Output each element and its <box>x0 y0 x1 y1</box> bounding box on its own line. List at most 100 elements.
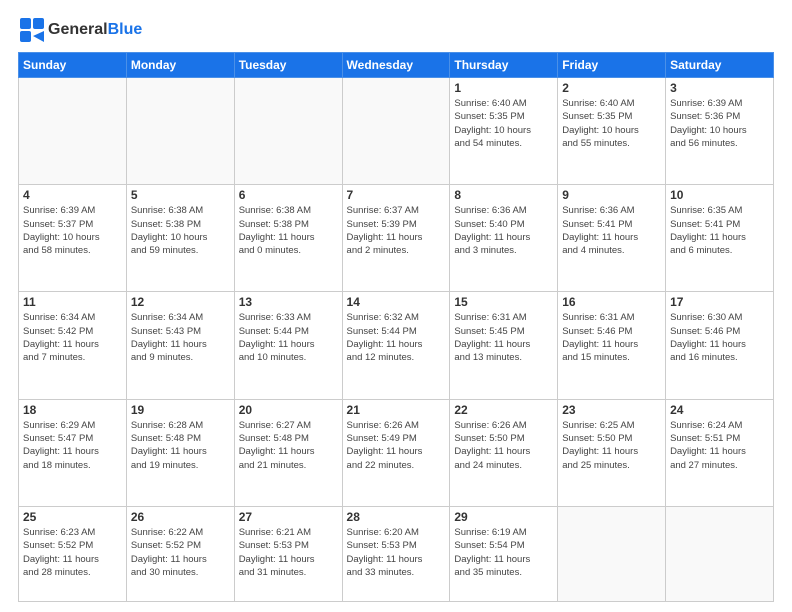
day-info: Sunrise: 6:31 AM Sunset: 5:46 PM Dayligh… <box>562 311 661 364</box>
calendar-cell: 22 Sunrise: 6:26 AM Sunset: 5:50 PM Dayli… <box>450 399 558 506</box>
calendar-cell: 10 Sunrise: 6:35 AM Sunset: 5:41 PM Dayli… <box>666 185 774 292</box>
day-info: Sunrise: 6:35 AM Sunset: 5:41 PM Dayligh… <box>670 204 769 257</box>
weekday-header-sunday: Sunday <box>19 53 127 78</box>
day-number: 6 <box>239 188 338 202</box>
calendar-cell: 4Sunrise: 6:39 AM Sunset: 5:37 PM Daylig… <box>19 185 127 292</box>
day-info: Sunrise: 6:36 AM Sunset: 5:40 PM Dayligh… <box>454 204 553 257</box>
calendar-week-row: 1 Sunrise: 6:40 AM Sunset: 5:35 PM Daylig… <box>19 78 774 185</box>
day-number: 9 <box>562 188 661 202</box>
day-number: 16 <box>562 295 661 309</box>
calendar-cell <box>666 506 774 601</box>
calendar-week-row: 18 Sunrise: 6:29 AM Sunset: 5:47 PM Dayli… <box>19 399 774 506</box>
day-number: 21 <box>347 403 446 417</box>
calendar-cell: 6 Sunrise: 6:38 AM Sunset: 5:38 PM Daylig… <box>234 185 342 292</box>
day-number: 7 <box>347 188 446 202</box>
day-number: 22 <box>454 403 553 417</box>
day-info: Sunrise: 6:21 AM Sunset: 5:53 PM Dayligh… <box>239 526 338 579</box>
day-info: Sunrise: 6:36 AM Sunset: 5:41 PM Dayligh… <box>562 204 661 257</box>
calendar-cell: 12 Sunrise: 6:34 AM Sunset: 5:43 PM Dayli… <box>126 292 234 399</box>
day-info: Sunrise: 6:26 AM Sunset: 5:49 PM Dayligh… <box>347 419 446 472</box>
day-info: Sunrise: 6:31 AM Sunset: 5:45 PM Dayligh… <box>454 311 553 364</box>
day-number: 18 <box>23 403 122 417</box>
day-number: 28 <box>347 510 446 524</box>
day-number: 24 <box>670 403 769 417</box>
calendar-cell <box>342 78 450 185</box>
calendar-cell: 20 Sunrise: 6:27 AM Sunset: 5:48 PM Dayli… <box>234 399 342 506</box>
calendar-cell <box>126 78 234 185</box>
page: GeneralBlue SundayMondayTuesdayWednesday… <box>0 0 792 612</box>
day-info: Sunrise: 6:38 AM Sunset: 5:38 PM Dayligh… <box>239 204 338 257</box>
calendar-cell: 3 Sunrise: 6:39 AM Sunset: 5:36 PM Daylig… <box>666 78 774 185</box>
day-info: Sunrise: 6:22 AM Sunset: 5:52 PM Dayligh… <box>131 526 230 579</box>
day-number: 2 <box>562 81 661 95</box>
day-number: 19 <box>131 403 230 417</box>
day-number: 15 <box>454 295 553 309</box>
calendar-cell: 25 Sunrise: 6:23 AM Sunset: 5:52 PM Dayli… <box>19 506 127 601</box>
calendar-cell: 27Sunrise: 6:21 AM Sunset: 5:53 PM Dayli… <box>234 506 342 601</box>
calendar-cell <box>558 506 666 601</box>
day-number: 4 <box>23 188 122 202</box>
calendar-cell: 28 Sunrise: 6:20 AM Sunset: 5:53 PM Dayli… <box>342 506 450 601</box>
day-info: Sunrise: 6:20 AM Sunset: 5:53 PM Dayligh… <box>347 526 446 579</box>
header: GeneralBlue <box>18 16 774 44</box>
weekday-header-thursday: Thursday <box>450 53 558 78</box>
weekday-header-row: SundayMondayTuesdayWednesdayThursdayFrid… <box>19 53 774 78</box>
weekday-header-monday: Monday <box>126 53 234 78</box>
day-number: 5 <box>131 188 230 202</box>
calendar-table: SundayMondayTuesdayWednesdayThursdayFrid… <box>18 52 774 602</box>
day-number: 11 <box>23 295 122 309</box>
day-number: 10 <box>670 188 769 202</box>
day-info: Sunrise: 6:28 AM Sunset: 5:48 PM Dayligh… <box>131 419 230 472</box>
calendar-cell: 2 Sunrise: 6:40 AM Sunset: 5:35 PM Daylig… <box>558 78 666 185</box>
calendar-cell: 11 Sunrise: 6:34 AM Sunset: 5:42 PM Dayli… <box>19 292 127 399</box>
day-info: Sunrise: 6:40 AM Sunset: 5:35 PM Dayligh… <box>562 97 661 150</box>
day-number: 17 <box>670 295 769 309</box>
day-info: Sunrise: 6:19 AM Sunset: 5:54 PM Dayligh… <box>454 526 553 579</box>
calendar-week-row: 11 Sunrise: 6:34 AM Sunset: 5:42 PM Dayli… <box>19 292 774 399</box>
calendar-cell: 7 Sunrise: 6:37 AM Sunset: 5:39 PM Daylig… <box>342 185 450 292</box>
day-info: Sunrise: 6:29 AM Sunset: 5:47 PM Dayligh… <box>23 419 122 472</box>
calendar-cell <box>234 78 342 185</box>
logo: GeneralBlue <box>18 16 142 44</box>
day-number: 29 <box>454 510 553 524</box>
calendar-cell: 5 Sunrise: 6:38 AM Sunset: 5:38 PM Daylig… <box>126 185 234 292</box>
day-number: 25 <box>23 510 122 524</box>
logo-icon <box>18 16 46 44</box>
weekday-header-friday: Friday <box>558 53 666 78</box>
day-info: Sunrise: 6:34 AM Sunset: 5:42 PM Dayligh… <box>23 311 122 364</box>
day-number: 3 <box>670 81 769 95</box>
day-number: 26 <box>131 510 230 524</box>
calendar-cell: 26 Sunrise: 6:22 AM Sunset: 5:52 PM Dayli… <box>126 506 234 601</box>
day-info: Sunrise: 6:23 AM Sunset: 5:52 PM Dayligh… <box>23 526 122 579</box>
day-number: 1 <box>454 81 553 95</box>
day-number: 14 <box>347 295 446 309</box>
calendar-cell <box>19 78 127 185</box>
calendar-cell: 9 Sunrise: 6:36 AM Sunset: 5:41 PM Daylig… <box>558 185 666 292</box>
day-info: Sunrise: 6:37 AM Sunset: 5:39 PM Dayligh… <box>347 204 446 257</box>
calendar-cell: 1 Sunrise: 6:40 AM Sunset: 5:35 PM Daylig… <box>450 78 558 185</box>
calendar-cell: 8 Sunrise: 6:36 AM Sunset: 5:40 PM Daylig… <box>450 185 558 292</box>
day-info: Sunrise: 6:32 AM Sunset: 5:44 PM Dayligh… <box>347 311 446 364</box>
calendar-cell: 18 Sunrise: 6:29 AM Sunset: 5:47 PM Dayli… <box>19 399 127 506</box>
calendar-cell: 17Sunrise: 6:30 AM Sunset: 5:46 PM Dayli… <box>666 292 774 399</box>
day-number: 8 <box>454 188 553 202</box>
calendar-cell: 14 Sunrise: 6:32 AM Sunset: 5:44 PM Dayli… <box>342 292 450 399</box>
day-info: Sunrise: 6:27 AM Sunset: 5:48 PM Dayligh… <box>239 419 338 472</box>
weekday-header-tuesday: Tuesday <box>234 53 342 78</box>
weekday-header-saturday: Saturday <box>666 53 774 78</box>
logo-text: GeneralBlue <box>48 21 142 39</box>
day-number: 20 <box>239 403 338 417</box>
calendar-cell: 19 Sunrise: 6:28 AM Sunset: 5:48 PM Dayli… <box>126 399 234 506</box>
day-info: Sunrise: 6:39 AM Sunset: 5:36 PM Dayligh… <box>670 97 769 150</box>
calendar-cell: 29 Sunrise: 6:19 AM Sunset: 5:54 PM Dayli… <box>450 506 558 601</box>
calendar-week-row: 25 Sunrise: 6:23 AM Sunset: 5:52 PM Dayli… <box>19 506 774 601</box>
calendar-cell: 24Sunrise: 6:24 AM Sunset: 5:51 PM Dayli… <box>666 399 774 506</box>
calendar-cell: 21 Sunrise: 6:26 AM Sunset: 5:49 PM Dayli… <box>342 399 450 506</box>
calendar-cell: 15 Sunrise: 6:31 AM Sunset: 5:45 PM Dayli… <box>450 292 558 399</box>
day-info: Sunrise: 6:26 AM Sunset: 5:50 PM Dayligh… <box>454 419 553 472</box>
calendar-cell: 13Sunrise: 6:33 AM Sunset: 5:44 PM Dayli… <box>234 292 342 399</box>
day-info: Sunrise: 6:38 AM Sunset: 5:38 PM Dayligh… <box>131 204 230 257</box>
day-number: 12 <box>131 295 230 309</box>
day-info: Sunrise: 6:40 AM Sunset: 5:35 PM Dayligh… <box>454 97 553 150</box>
day-info: Sunrise: 6:34 AM Sunset: 5:43 PM Dayligh… <box>131 311 230 364</box>
